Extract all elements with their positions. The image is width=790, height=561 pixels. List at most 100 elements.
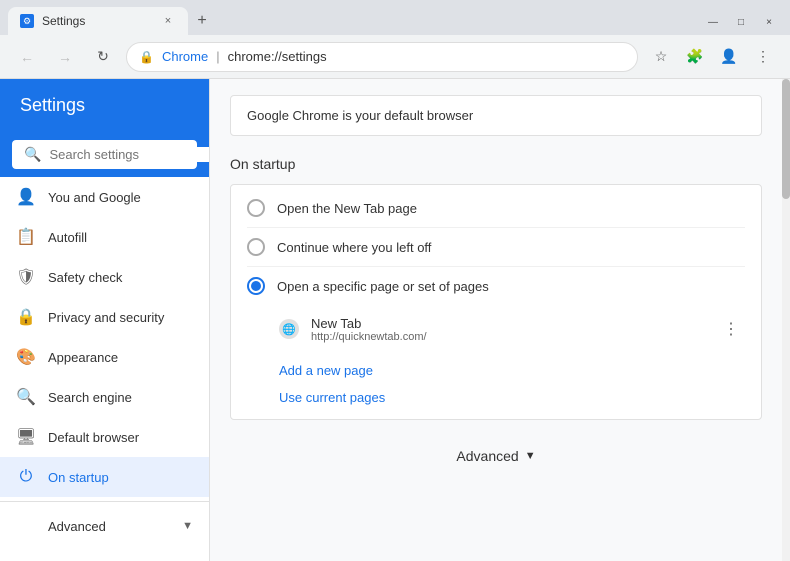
radio-circle-2 [247, 238, 265, 256]
nav-right-buttons: ☆ 🧩 👤 ⋮ [646, 42, 778, 72]
title-bar: Settings × + — □ × [0, 0, 790, 35]
extensions-button[interactable]: 🧩 [680, 42, 710, 72]
main-layout: Settings 🔍 👤 You and Google 📋 Autofill 🛡… [0, 79, 790, 561]
radio-circle-3 [247, 277, 265, 295]
refresh-button[interactable]: ↻ [88, 42, 118, 72]
tab-favicon [20, 14, 34, 28]
page-entry-favicon: 🌐 [279, 319, 299, 339]
advanced-expand-icon [16, 516, 36, 536]
startup-card: Open the New Tab page Continue where you… [230, 184, 762, 420]
sidebar-item-appearance[interactable]: 🎨 Appearance [0, 337, 209, 377]
page-entry-menu-button[interactable]: ⋮ [717, 315, 745, 343]
page-entry-info: New Tab http://quicknewtab.com/ [311, 316, 705, 343]
radio-specific-page[interactable]: Open a specific page or set of pages [231, 267, 761, 305]
maximize-button[interactable]: □ [728, 13, 754, 31]
sidebar-item-search-engine[interactable]: 🔍 Search engine [0, 377, 209, 417]
page-entry: 🌐 New Tab http://quicknewtab.com/ ⋮ [231, 305, 761, 353]
forward-button[interactable]: → [50, 42, 80, 72]
star-icon: ☆ [655, 48, 668, 65]
sidebar-label-safety: Safety check [48, 270, 122, 285]
search-engine-icon: 🔍 [16, 387, 36, 407]
close-button[interactable]: × [756, 13, 782, 31]
person-icon: 👤 [16, 187, 36, 207]
sidebar-label-default-browser: Default browser [48, 430, 139, 445]
account-icon: 👤 [720, 48, 737, 65]
advanced-button-label: Advanced [456, 448, 518, 464]
sidebar-search-container: 🔍 [0, 132, 209, 177]
sidebar-label-you-google: You and Google [48, 190, 141, 205]
safety-icon: 🛡 [16, 267, 36, 287]
back-icon: ← [20, 49, 34, 65]
lock-icon: 🔒 [139, 50, 154, 64]
sidebar-title: Settings [20, 95, 85, 115]
page-entry-url: http://quicknewtab.com/ [311, 331, 705, 343]
sidebar-label-on-startup: On startup [48, 470, 109, 485]
sidebar-item-privacy[interactable]: 🔒 Privacy and security [0, 297, 209, 337]
chrome-menu-icon: ⋮ [756, 48, 770, 65]
radio-continue[interactable]: Continue where you left off [231, 228, 761, 266]
star-button[interactable]: ☆ [646, 42, 676, 72]
advanced-dropdown-button[interactable]: Advanced ▼ [440, 440, 551, 472]
scrollbar-track [782, 79, 790, 561]
tab-label: Settings [42, 14, 85, 28]
sidebar: Settings 🔍 👤 You and Google 📋 Autofill 🛡… [0, 79, 210, 561]
autofill-icon: 📋 [16, 227, 36, 247]
minimize-button[interactable]: — [700, 13, 726, 31]
page-entry-menu-icon: ⋮ [723, 319, 739, 339]
page-entry-name: New Tab [311, 316, 705, 331]
advanced-chevron-icon: ▼ [182, 520, 193, 532]
bottom-advanced-container: Advanced ▼ [230, 440, 762, 488]
advanced-label: Advanced [48, 519, 106, 534]
search-icon: 🔍 [24, 146, 41, 163]
scrollbar-thumb[interactable] [782, 79, 790, 199]
tab-area: Settings × + [8, 7, 700, 35]
sidebar-label-appearance: Appearance [48, 350, 118, 365]
sidebar-item-on-startup[interactable]: ⏻ On startup [0, 457, 209, 497]
ext-icon [16, 556, 36, 561]
sidebar-item-safety-check[interactable]: 🛡 Safety check [0, 257, 209, 297]
tab-close-button[interactable]: × [160, 13, 176, 29]
back-button[interactable]: ← [12, 42, 42, 72]
refresh-icon: ↻ [97, 48, 109, 65]
sidebar-item-extensions[interactable]: Extensions ↗ [0, 546, 209, 561]
default-browser-banner: Google Chrome is your default browser [230, 95, 762, 136]
browser-icon: 🖥 [16, 427, 36, 447]
appearance-icon: 🎨 [16, 347, 36, 367]
sidebar-item-default-browser[interactable]: 🖥 Default browser [0, 417, 209, 457]
default-browser-text: Google Chrome is your default browser [247, 108, 473, 123]
sidebar-item-advanced[interactable]: Advanced ▼ [0, 506, 209, 546]
sidebar-label-privacy: Privacy and security [48, 310, 164, 325]
forward-icon: → [58, 49, 72, 65]
use-current-pages-link[interactable]: Use current pages [279, 386, 745, 409]
on-startup-title: On startup [230, 156, 762, 172]
address-bar[interactable]: 🔒 Chrome | chrome://settings [126, 42, 638, 72]
sidebar-divider [0, 501, 209, 502]
sidebar-item-autofill[interactable]: 📋 Autofill [0, 217, 209, 257]
sidebar-header: Settings [0, 79, 209, 132]
settings-tab[interactable]: Settings × [8, 7, 188, 35]
content-inner: Google Chrome is your default browser On… [210, 79, 790, 504]
window-controls: — □ × [700, 13, 782, 35]
startup-links: Add a new page Use current pages [231, 353, 761, 415]
radio-circle-1 [247, 199, 265, 217]
chrome-menu-button[interactable]: ⋮ [748, 42, 778, 72]
address-separator: | [216, 49, 219, 64]
privacy-icon: 🔒 [16, 307, 36, 327]
account-button[interactable]: 👤 [714, 42, 744, 72]
search-bar[interactable]: 🔍 [12, 140, 197, 169]
extensions-icon: 🧩 [686, 48, 703, 65]
sidebar-label-autofill: Autofill [48, 230, 87, 245]
radio-label-3: Open a specific page or set of pages [277, 279, 489, 294]
add-new-page-link[interactable]: Add a new page [279, 359, 745, 382]
sidebar-item-you-and-google[interactable]: 👤 You and Google [0, 177, 209, 217]
startup-icon: ⏻ [16, 467, 36, 487]
address-site: Chrome [162, 49, 208, 64]
navigation-bar: ← → ↻ 🔒 Chrome | chrome://settings ☆ 🧩 👤… [0, 35, 790, 79]
content-area: Google Chrome is your default browser On… [210, 79, 790, 561]
search-input[interactable] [49, 147, 210, 162]
radio-label-2: Continue where you left off [277, 240, 431, 255]
sidebar-label-search-engine: Search engine [48, 390, 132, 405]
radio-label-1: Open the New Tab page [277, 201, 417, 216]
new-tab-button[interactable]: + [188, 7, 216, 35]
radio-new-tab[interactable]: Open the New Tab page [231, 189, 761, 227]
